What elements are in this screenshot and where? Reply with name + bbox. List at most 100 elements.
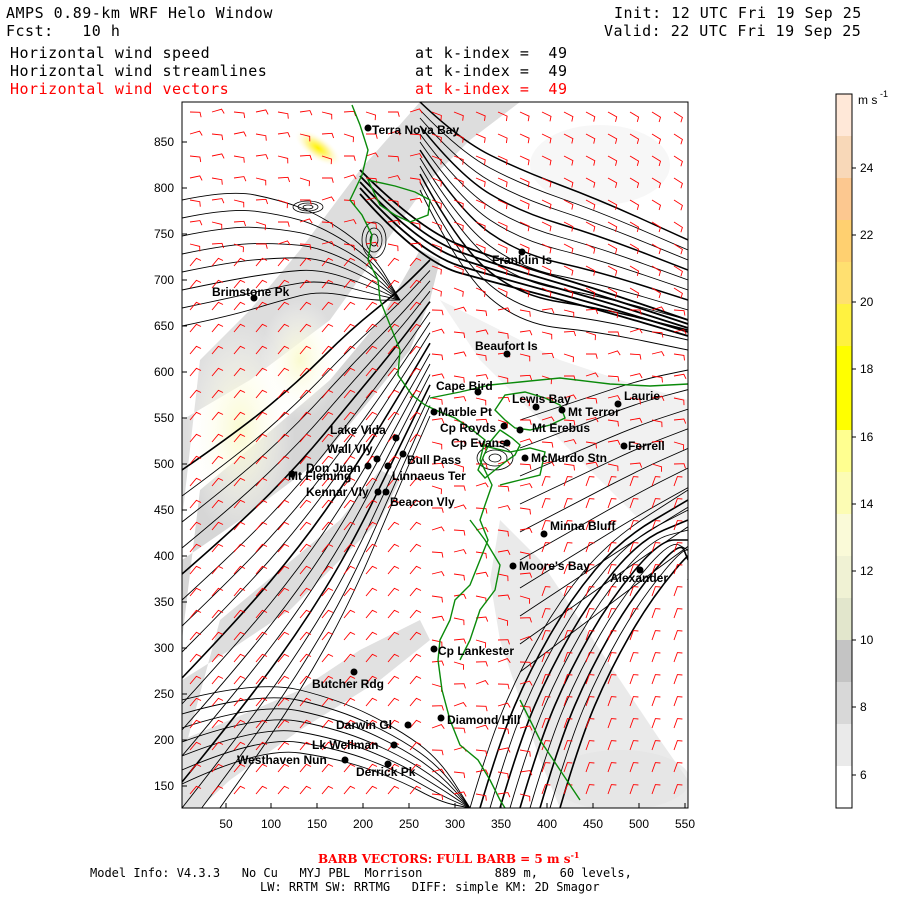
place-dot [390, 741, 398, 749]
place-label: Alexander [610, 571, 668, 585]
colorbar-tick-label: 18 [860, 362, 874, 376]
place-label: Lake Vida [330, 423, 386, 437]
x-tick-label: 450 [583, 817, 603, 831]
y-axis-ticks: 850 800 750 700 650 600 550 500 450 400 350 300 250 2… [154, 135, 187, 793]
place-label: Mt Terror [568, 405, 620, 419]
place-dot [509, 562, 517, 570]
place-label: Franklin Is [492, 253, 552, 267]
model-physics: LW: RRTM SW: RRTMG DIFF: simple KM: 2D S… [260, 880, 600, 894]
x-tick-label: 350 [491, 817, 511, 831]
x-tick-label: 300 [445, 817, 465, 831]
place-dot [500, 422, 508, 430]
y-tick-label: 550 [154, 411, 174, 425]
x-tick-label: 150 [307, 817, 327, 831]
barb-vector-note: BARB VECTORS: FULL BARB = 5 m s-1 [318, 850, 579, 866]
place-label: Minna Bluff [550, 519, 616, 533]
place-dot [540, 530, 548, 538]
y-tick-label: 150 [154, 779, 174, 793]
wind-map: Terra Nova Bay Franklin Is Brimstone Pk Bea… [154, 89, 888, 831]
place-label: Cape Bird [436, 379, 493, 393]
x-tick-label: 400 [537, 817, 557, 831]
place-dot [392, 434, 400, 442]
y-tick-label: 450 [154, 503, 174, 517]
colorbar-tick-label: 20 [860, 295, 874, 309]
x-tick-label: 550 [675, 817, 695, 831]
place-label: Beacon Vly [390, 495, 455, 509]
place-label: Cp Evans [451, 436, 506, 450]
colorbar-segment [836, 94, 852, 136]
place-dot [516, 426, 524, 434]
place-dot [382, 488, 390, 496]
x-tick-label: 100 [261, 817, 281, 831]
colorbar-segment [836, 472, 852, 514]
place-label: Marble Pt [438, 405, 492, 419]
y-tick-label: 650 [154, 319, 174, 333]
colorbar-tick-label: 6 [860, 768, 867, 782]
colorbar-segment [836, 304, 852, 346]
place-dot [374, 488, 382, 496]
colorbar-tick-label: 14 [860, 497, 874, 511]
place-label: Kennar Vly [306, 485, 369, 499]
y-tick-label: 600 [154, 365, 174, 379]
place-dot [364, 462, 372, 470]
colorbar-tick-label: 8 [860, 700, 867, 714]
place-dot [614, 400, 622, 408]
place-dot [620, 442, 628, 450]
place-label: Linnaeus Ter [392, 469, 466, 483]
x-tick-label: 200 [353, 817, 373, 831]
y-tick-label: 350 [154, 595, 174, 609]
colorbar-segment [836, 220, 852, 262]
place-dot [404, 721, 412, 729]
map-field: Terra Nova Bay Franklin Is Brimstone Pk Bea… [182, 102, 688, 808]
colorbar-tick-label: 10 [860, 633, 874, 647]
place-label: Beaufort Is [475, 339, 538, 353]
place-label: Bull Pass [407, 453, 461, 467]
place-dot [373, 455, 381, 463]
colorbar-segment [836, 262, 852, 304]
x-tick-label: 50 [219, 817, 233, 831]
colorbar-tick-label: 24 [860, 161, 874, 175]
place-label: Brimstone Pk [212, 285, 290, 299]
place-label: Cp Royds [440, 421, 496, 435]
place-dot [521, 454, 529, 462]
place-label: Butcher Rdg [312, 677, 384, 691]
place-label: Derrick Pk [356, 765, 416, 779]
colorbar-segment [836, 556, 852, 598]
place-dot [430, 408, 438, 416]
colorbar-segment [836, 682, 852, 724]
colorbar-tick-label: 22 [860, 228, 874, 242]
y-tick-label: 400 [154, 549, 174, 563]
colorbar-tick-label: 12 [860, 564, 874, 578]
x-tick-label: 250 [399, 817, 419, 831]
place-dot [350, 668, 358, 676]
place-label: Moore's Bay [519, 559, 590, 573]
y-tick-label: 500 [154, 457, 174, 471]
place-label: Westhaven Nun [237, 753, 327, 767]
place-label: Ferrell [628, 439, 665, 453]
place-label: Terra Nova Bay [372, 123, 459, 137]
colorbar-segment [836, 766, 852, 808]
barb-vector-exponent: -1 [570, 850, 580, 860]
colorbar-segment [836, 640, 852, 682]
model-info: Model Info: V4.3.3 No Cu MYJ PBL Morriso… [90, 866, 632, 880]
colorbar-segment [836, 430, 852, 472]
place-dot [341, 756, 349, 764]
place-label: McMurdo Stn [531, 451, 607, 465]
x-tick-label: 500 [629, 817, 649, 831]
colorbar-segment [836, 388, 852, 430]
colorbar-tick-label: 16 [860, 430, 874, 444]
y-tick-label: 850 [154, 135, 174, 149]
y-tick-label: 750 [154, 227, 174, 241]
place-label: Laurie [624, 389, 660, 403]
colorbar: 24 22 20 18 16 14 12 10 8 6 [835, 93, 874, 809]
place-label: Diamond Hill [447, 713, 520, 727]
colorbar-segment [836, 724, 852, 766]
place-dot [430, 645, 438, 653]
place-dot [399, 450, 407, 458]
colorbar-units-exponent: -1 [880, 89, 888, 99]
y-tick-label: 700 [154, 273, 174, 287]
y-tick-label: 250 [154, 687, 174, 701]
place-label: Lk Wellman [312, 738, 378, 752]
colorbar-units: m s [858, 93, 877, 107]
barb-vector-text: BARB VECTORS: FULL BARB = 5 m s [318, 852, 571, 866]
